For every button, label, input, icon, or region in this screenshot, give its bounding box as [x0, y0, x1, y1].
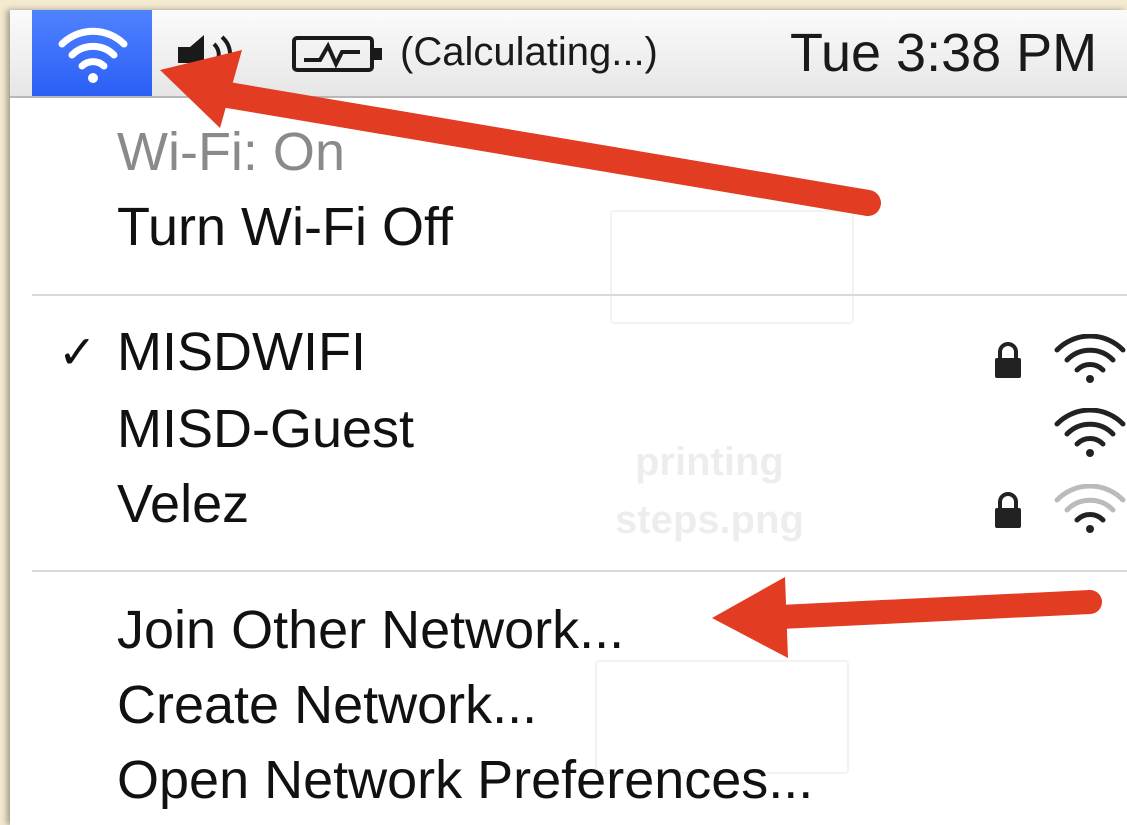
lock-icon — [995, 492, 1021, 528]
lock-icon — [995, 342, 1021, 378]
create-network-item[interactable]: Create Network... — [117, 673, 537, 737]
turn-wifi-off-item[interactable]: Turn Wi-Fi Off — [117, 195, 453, 259]
wifi-dropdown-menu: Wi-Fi: On Turn Wi-Fi Off ✓ MISDWIFI MISD… — [10, 98, 1127, 825]
wifi-signal-icon — [1054, 408, 1126, 457]
menu-bar-clock[interactable]: Tue 3:38 PM — [790, 22, 1097, 84]
speaker-icon[interactable] — [170, 30, 250, 80]
battery-status-text[interactable]: (Calculating...) — [400, 30, 658, 75]
wifi-status-label: Wi-Fi: On — [117, 122, 345, 182]
network-name: MISDWIFI — [117, 322, 366, 382]
wifi-signal-icon — [1054, 484, 1126, 533]
menu-separator — [32, 294, 1127, 296]
menu-separator — [32, 570, 1127, 572]
battery-icon[interactable] — [290, 34, 390, 74]
join-other-network-item[interactable]: Join Other Network... — [117, 598, 624, 662]
open-network-preferences-item[interactable]: Open Network Preferences... — [117, 748, 813, 812]
checkmark-icon: ✓ — [58, 326, 97, 378]
wifi-icon — [58, 27, 128, 83]
network-name: Velez — [117, 474, 250, 534]
screenshot-frame: printing steps.png (Calculating...) Tue … — [10, 10, 1127, 825]
menu-bar: (Calculating...) Tue 3:38 PM — [10, 10, 1127, 98]
wifi-signal-icon — [1054, 334, 1126, 383]
wifi-menu-button[interactable] — [32, 10, 152, 96]
network-name: MISD-Guest — [117, 399, 415, 459]
